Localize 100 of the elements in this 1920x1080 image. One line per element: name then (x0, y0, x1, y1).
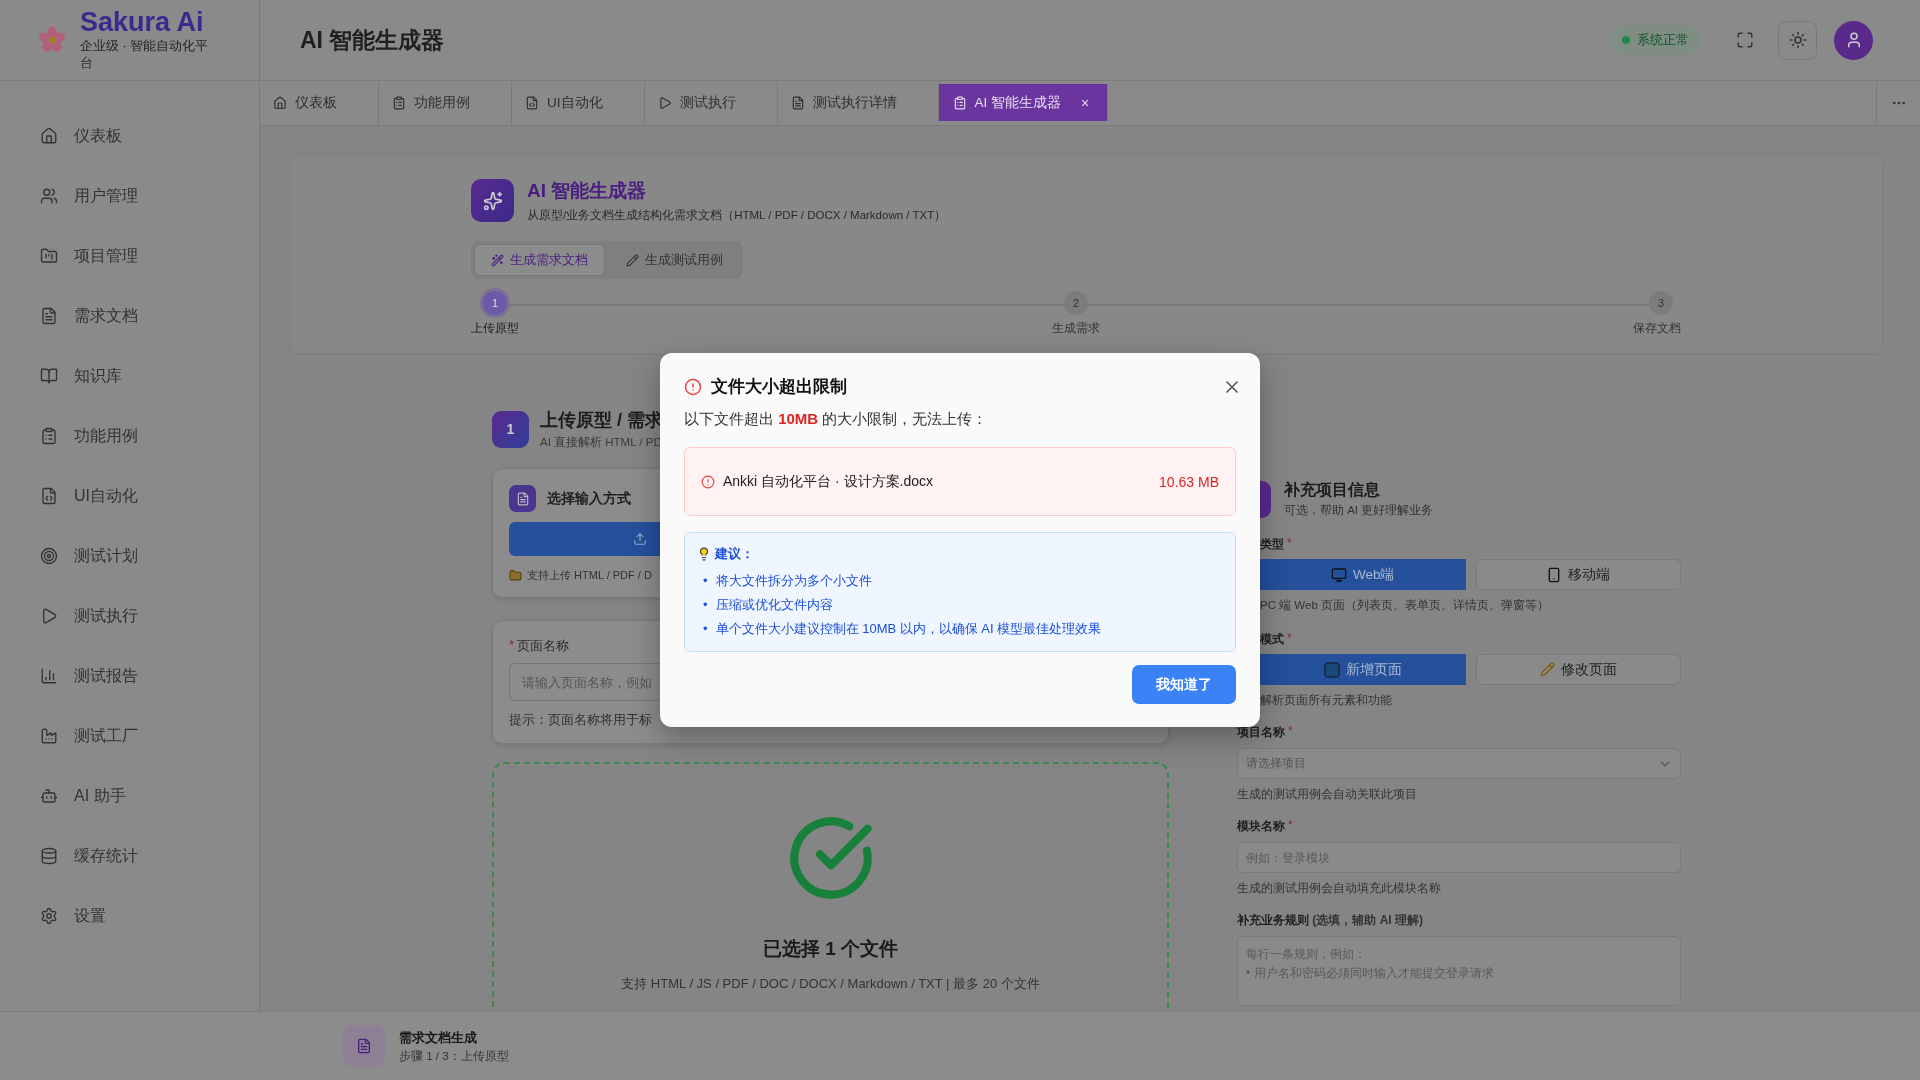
bar-chart-icon (40, 667, 58, 685)
required-mark: * (1287, 631, 1292, 647)
dialog-title: 文件大小超出限制 (711, 376, 848, 398)
folder-icon (509, 569, 522, 582)
close-tab-button[interactable]: × (1081, 94, 1090, 111)
clipboard-icon (952, 95, 967, 110)
field-label: 类型 (1260, 536, 1284, 553)
option-button[interactable]: Web端 (1260, 559, 1466, 590)
field-label: 模块名称 (1237, 818, 1285, 835)
step-number: 1 (483, 291, 507, 315)
bullet: • (703, 620, 708, 638)
bullet: • (703, 596, 708, 614)
sun-icon (1788, 31, 1807, 49)
field-hint: 解析页面所有元素和功能 (1260, 693, 1393, 708)
sidebar-item[interactable]: UI自动化 (0, 466, 259, 526)
flower-logo-icon (38, 26, 66, 54)
sidebar-item[interactable]: 测试报告 (0, 646, 259, 706)
settings-icon (40, 907, 58, 925)
acknowledge-button[interactable]: 我知道了 (1132, 665, 1236, 704)
sidebar-item[interactable]: 仪表板 (0, 106, 259, 166)
bottom-subtitle: 步骤 1 / 3：上传原型 (399, 1048, 509, 1064)
section-subtitle: 可选，帮助 AI 更好理解业务 (1284, 503, 1434, 518)
upload-icon (633, 532, 647, 546)
tips-title: 建议： (715, 545, 754, 563)
generator-title: AI 智能生成器 (527, 179, 648, 203)
tab[interactable]: 测试执行 (644, 81, 778, 125)
required-mark: * (509, 637, 515, 654)
wand-icon (491, 253, 504, 267)
file-name: Ankki 自动化平台 · 设计方案.docx (723, 472, 935, 491)
tip-item: 单个文件大小建议控制在 10MB 以内，以确保 AI 模型最佳处理效果 (715, 620, 1102, 638)
file-size: 10.63 MB (1159, 473, 1219, 490)
sidebar-item[interactable]: 知识库 (0, 346, 259, 406)
field-label: 页面名称 (517, 637, 570, 655)
play-icon (657, 96, 672, 110)
sidebar-item[interactable]: 用户管理 (0, 166, 259, 226)
sparkles-tile-icon (471, 179, 514, 222)
sidebar-item[interactable]: 设置 (0, 886, 259, 946)
tip-item: 压缩或优化文件内容 (715, 596, 833, 614)
fullscreen-icon (1735, 31, 1754, 49)
upload-note: 支持上传 HTML / PDF / D (527, 568, 652, 583)
document-icon (790, 96, 805, 110)
section-tile-icon (1260, 480, 1271, 518)
document-tile-icon (509, 485, 536, 512)
option-button[interactable]: 新增页面 (1260, 654, 1466, 685)
database-icon (40, 847, 58, 865)
sidebar-item[interactable]: AI 助手 (0, 766, 259, 826)
avatar-button[interactable] (1834, 20, 1873, 60)
status-badge: 系统正常 (1610, 25, 1701, 55)
tip-item: 将大文件拆分为多个小文件 (715, 572, 872, 590)
users-icon (40, 187, 58, 205)
sidebar-item[interactable]: 功能用例 (0, 406, 259, 466)
target-icon (40, 547, 58, 565)
tab[interactable]: AI 智能生成器 × (938, 84, 1109, 121)
dialog-message: 以下文件超出 10MB 的大小限制，无法上传： (684, 410, 989, 429)
step-label: 保存文档 (1633, 321, 1681, 336)
document-icon (40, 307, 58, 325)
sidebar-item[interactable]: 项目管理 (0, 226, 259, 286)
mode-tab[interactable]: 生成测试用例 (609, 244, 740, 276)
code-file-icon (525, 96, 539, 110)
robot-icon (40, 787, 58, 805)
generator-subtitle: 从原型/业务文档生成结构化需求文档（HTML / PDF / DOCX / Markdown / TXT） (527, 208, 947, 223)
code-file-icon (40, 487, 58, 505)
field-hint: 生成的测试用例会自动填充此模块名称 (1237, 881, 1442, 896)
step-number: 3 (1649, 291, 1673, 315)
option-button[interactable]: 移动端 (1475, 559, 1681, 590)
sidebar-item[interactable]: 需求文档 (0, 286, 259, 346)
alert-icon (701, 474, 715, 489)
page-title: AI 智能生成器 (300, 25, 446, 55)
tab[interactable]: 测试执行详情 (777, 81, 939, 125)
document-tile-icon (343, 1025, 385, 1067)
clipboard-icon (392, 96, 406, 110)
monitor-icon (1331, 566, 1347, 583)
home-icon (40, 127, 58, 145)
step-number-tile: 1 (492, 410, 529, 448)
status-dot (1622, 36, 1630, 44)
tab[interactable]: UI自动化 (512, 81, 645, 125)
bullet: • (703, 572, 708, 590)
input-method-title: 选择输入方式 (547, 489, 631, 508)
tab[interactable]: 功能用例 (379, 81, 512, 125)
clipboard-icon (40, 427, 58, 445)
option-button[interactable]: 修改页面 (1475, 654, 1681, 685)
sidebar-item[interactable]: 测试执行 (0, 586, 259, 646)
sidebar-item[interactable]: 缓存统计 (0, 826, 259, 886)
section-title: 补充项目信息 (1284, 480, 1381, 500)
required-mark: * (1287, 536, 1292, 552)
mode-tab[interactable]: 生成需求文档 (474, 244, 605, 276)
required-mark: * (1288, 818, 1293, 834)
field-label: 模式 (1260, 631, 1284, 648)
play-icon (40, 607, 58, 625)
dropzone-title: 已选择 1 个文件 (762, 937, 899, 961)
theme-button[interactable] (1778, 20, 1817, 60)
tab[interactable]: 仪表板 (260, 81, 379, 125)
bottom-title: 需求文档生成 (399, 1028, 478, 1047)
lightbulb-icon (697, 547, 711, 561)
sidebar-item[interactable]: 测试工厂 (0, 706, 259, 766)
book-icon (40, 367, 58, 385)
home-icon (273, 96, 287, 110)
sidebar-item[interactable]: 测试计划 (0, 526, 259, 586)
dropzone-subtitle: 支持 HTML / JS / PDF / DOC / DOCX / Markdown / TXT | 最多 20 个文件 (621, 975, 1040, 993)
brand-name: Sakura Ai (80, 8, 205, 38)
